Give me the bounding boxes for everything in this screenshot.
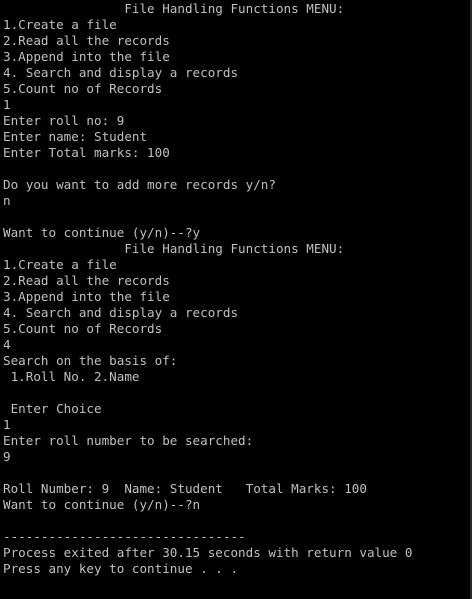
menu-option-create: 1.Create a file <box>3 257 117 272</box>
process-exit-message: Process exited after 30.15 seconds with … <box>3 545 413 560</box>
menu-option-search: 4. Search and display a records <box>3 65 239 80</box>
menu-title: File Handling Functions MENU: <box>3 1 345 16</box>
name-prompt: Enter name: Student <box>3 129 148 144</box>
menu-option-append: 3.Append into the file <box>3 289 170 304</box>
roll-search-prompt: Enter roll number to be searched: <box>3 433 254 448</box>
menu-option-read: 2.Read all the records <box>3 33 170 48</box>
continue-prompt: Want to continue (y/n)--?y <box>3 225 201 240</box>
user-input-search-choice: 1 <box>3 417 11 432</box>
marks-prompt: Enter Total marks: 100 <box>3 145 170 160</box>
menu-option-count: 5.Count no of Records <box>3 321 163 336</box>
press-any-key-message: Press any key to continue . . . <box>3 561 239 576</box>
user-input-roll: 9 <box>3 449 11 464</box>
user-input-choice: 1 <box>3 97 11 112</box>
search-result-record: Roll Number: 9 Name: Student Total Marks… <box>3 481 367 496</box>
menu-option-count: 5.Count no of Records <box>3 81 163 96</box>
user-input-choice: 4 <box>3 337 11 352</box>
menu-option-read: 2.Read all the records <box>3 273 170 288</box>
continue-prompt: Want to continue (y/n)--?n <box>3 497 201 512</box>
search-basis-options: 1.Roll No. 2.Name <box>3 369 140 384</box>
separator-line: -------------------------------- <box>3 529 246 544</box>
menu-title: File Handling Functions MENU: <box>3 241 345 256</box>
add-more-prompt: Do you want to add more records y/n? <box>3 177 276 192</box>
user-input-add-more: n <box>3 193 11 208</box>
enter-choice-prompt: Enter Choice <box>3 401 102 416</box>
roll-no-prompt: Enter roll no: 9 <box>3 113 125 128</box>
menu-option-create: 1.Create a file <box>3 17 117 32</box>
console-window[interactable]: File Handling Functions MENU: 1.Create a… <box>0 0 472 599</box>
search-basis-prompt: Search on the basis of: <box>3 353 178 368</box>
menu-option-append: 3.Append into the file <box>3 49 170 64</box>
menu-option-search: 4. Search and display a records <box>3 305 239 320</box>
